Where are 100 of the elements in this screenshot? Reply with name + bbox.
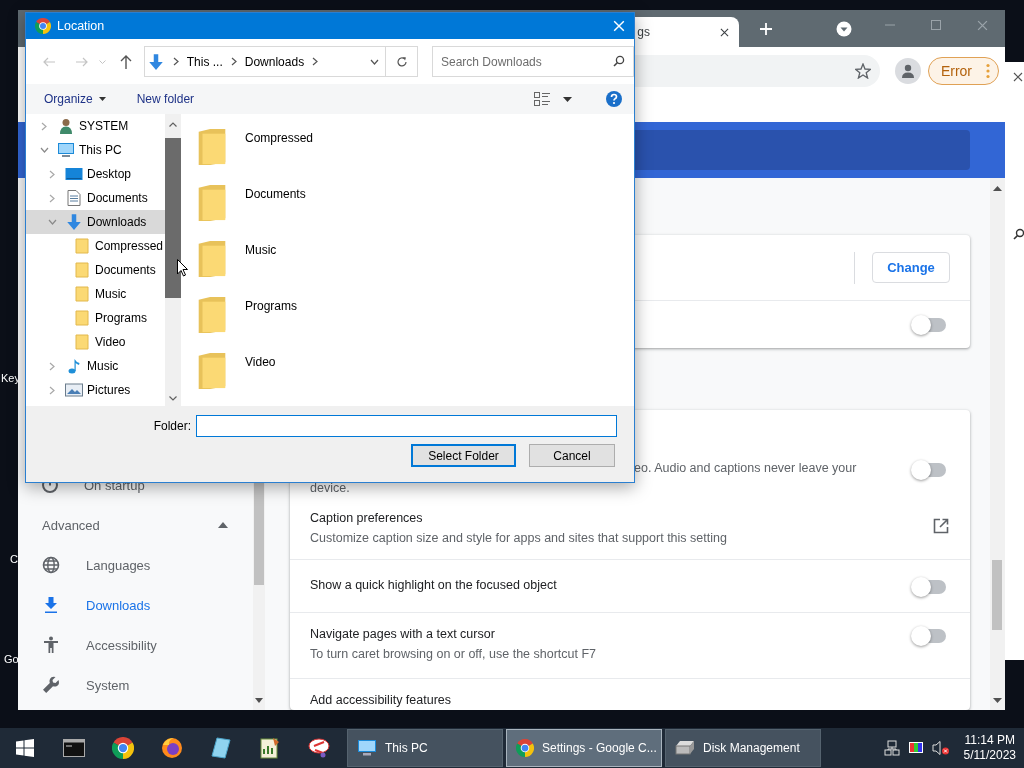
- scrollbar[interactable]: [990, 178, 1005, 710]
- error-button[interactable]: Error: [927, 57, 999, 85]
- star-icon[interactable]: [854, 63, 871, 79]
- search-icon: [1013, 228, 1024, 240]
- plus-icon[interactable]: [760, 22, 772, 35]
- folder-item[interactable]: Documents: [196, 170, 306, 226]
- folder-icon: [196, 352, 228, 390]
- sidebar-item[interactable]: Accessibility: [18, 625, 163, 665]
- tree-item[interactable]: This PC: [26, 138, 165, 162]
- tree-item[interactable]: Music: [26, 354, 165, 378]
- tree-item[interactable]: Pictures: [26, 378, 165, 402]
- scroll-up-icon[interactable]: [993, 186, 1002, 191]
- chevron-right-icon: [230, 57, 237, 66]
- tree-item[interactable]: Music: [26, 282, 165, 306]
- chevron-right-icon: [49, 169, 55, 179]
- folder-icon: [75, 334, 89, 350]
- scrollbar-thumb[interactable]: [254, 480, 264, 585]
- folder-icon: [196, 296, 228, 334]
- tree-item[interactable]: Documents: [26, 258, 165, 282]
- up-arrow-icon[interactable]: [119, 54, 132, 69]
- setting-title: Caption preferences: [310, 510, 424, 527]
- tree-item[interactable]: Video: [26, 330, 165, 354]
- address-bar[interactable]: This ... Downloads: [143, 46, 387, 77]
- cancel-button[interactable]: Cancel: [529, 444, 615, 467]
- scroll-down-icon[interactable]: [255, 698, 263, 703]
- chevron-right-icon: [172, 57, 179, 66]
- dropdown-circle-icon[interactable]: [836, 20, 852, 37]
- sidebar-item[interactable]: System: [18, 665, 136, 705]
- change-button[interactable]: Change: [872, 252, 950, 283]
- tree-item[interactable]: Documents: [26, 186, 165, 210]
- desktop-icon-label: Go: [4, 653, 19, 665]
- tree-item[interactable]: SYSTEM: [26, 114, 165, 138]
- tree-item[interactable]: Compressed: [26, 234, 165, 258]
- taskbar-window-button[interactable]: Settings - Google C...: [506, 729, 662, 767]
- close-icon[interactable]: [720, 27, 729, 37]
- breadcrumb[interactable]: Downloads: [244, 54, 305, 69]
- toggle-switch[interactable]: [911, 577, 947, 597]
- chevron-right-icon: [41, 121, 47, 131]
- tree-item[interactable]: Desktop: [26, 162, 165, 186]
- scroll-down-icon[interactable]: [993, 698, 1002, 703]
- taskbar-window-button[interactable]: This PC: [347, 729, 503, 767]
- chevron-right-icon: [49, 361, 55, 371]
- breadcrumb[interactable]: This ...: [186, 54, 223, 69]
- folder-item[interactable]: Video: [196, 338, 276, 394]
- taskbar-clock[interactable]: 11:14 PM 5/11/2023: [963, 733, 1016, 763]
- external-link-icon[interactable]: [933, 518, 949, 534]
- new-folder-button[interactable]: New folder: [136, 92, 195, 106]
- glass-pane-icon[interactable]: [210, 737, 231, 759]
- windows-logo-icon[interactable]: [15, 739, 34, 757]
- scrollbar[interactable]: [165, 114, 181, 406]
- search-icon: [613, 55, 625, 67]
- tree-item[interactable]: Programs: [26, 306, 165, 330]
- folder-icon: [196, 240, 228, 278]
- network-icon[interactable]: [883, 740, 900, 756]
- folder-item[interactable]: Programs: [196, 282, 297, 338]
- close-icon[interactable]: [1013, 72, 1023, 82]
- color-display-icon[interactable]: [907, 740, 924, 756]
- chevron-right-icon: [312, 57, 319, 66]
- scrollbar-thumb[interactable]: [165, 138, 181, 298]
- download-arrow-icon: [65, 213, 83, 231]
- mouse-cursor-icon: [177, 259, 188, 277]
- chevron-down-icon: [39, 147, 49, 153]
- folder-name-field[interactable]: [196, 415, 617, 437]
- chrome-logo-icon: [516, 739, 534, 757]
- accessibility-icon: [42, 636, 60, 654]
- toggle-switch[interactable]: [911, 626, 947, 646]
- dialog-title: Location: [57, 19, 106, 33]
- notepad-chart-icon[interactable]: [259, 737, 280, 759]
- toggle-switch[interactable]: [911, 314, 947, 335]
- view-options-button[interactable]: [534, 92, 572, 106]
- tree-item[interactable]: Downloads: [26, 210, 165, 234]
- chrome-logo-icon: [35, 18, 51, 34]
- search-field[interactable]: Search Downloads: [432, 46, 634, 77]
- advanced-section-toggle[interactable]: Advanced: [18, 505, 253, 545]
- select-folder-button[interactable]: Select Folder: [411, 444, 516, 467]
- firefox-icon[interactable]: [160, 737, 183, 759]
- refresh-button[interactable]: [386, 46, 418, 77]
- organize-menu[interactable]: Organize: [44, 92, 106, 106]
- view-list-icon: [534, 92, 550, 106]
- person-icon: [900, 64, 915, 78]
- profile-avatar-icon[interactable]: [894, 58, 921, 84]
- setting-title: Add accessibility features: [310, 692, 452, 709]
- sidebar-item[interactable]: Languages: [18, 545, 157, 585]
- scrollbar-thumb[interactable]: [992, 560, 1002, 630]
- scroll-up-icon[interactable]: [169, 122, 177, 127]
- setting-description: Customize caption size and style for apps and sites that support this setting: [310, 530, 727, 547]
- setting-description: eo. Audio and captions never leave your: [634, 460, 857, 477]
- terminal-icon[interactable]: [62, 739, 85, 757]
- folder-item[interactable]: Compressed: [196, 114, 314, 170]
- speaker-muted-icon[interactable]: [931, 740, 950, 756]
- sidebar-item[interactable]: Downloads: [18, 585, 157, 625]
- scroll-down-icon[interactable]: [169, 396, 177, 401]
- folder-icon: [75, 310, 89, 326]
- computer-icon: [357, 739, 377, 757]
- folder-item[interactable]: Music: [196, 226, 277, 282]
- chrome-logo-icon[interactable]: [111, 737, 134, 759]
- help-icon[interactable]: [606, 91, 622, 107]
- toggle-switch[interactable]: [911, 460, 947, 480]
- taskbar-window-button[interactable]: Disk Management: [665, 729, 821, 767]
- disc-icon[interactable]: [307, 737, 330, 759]
